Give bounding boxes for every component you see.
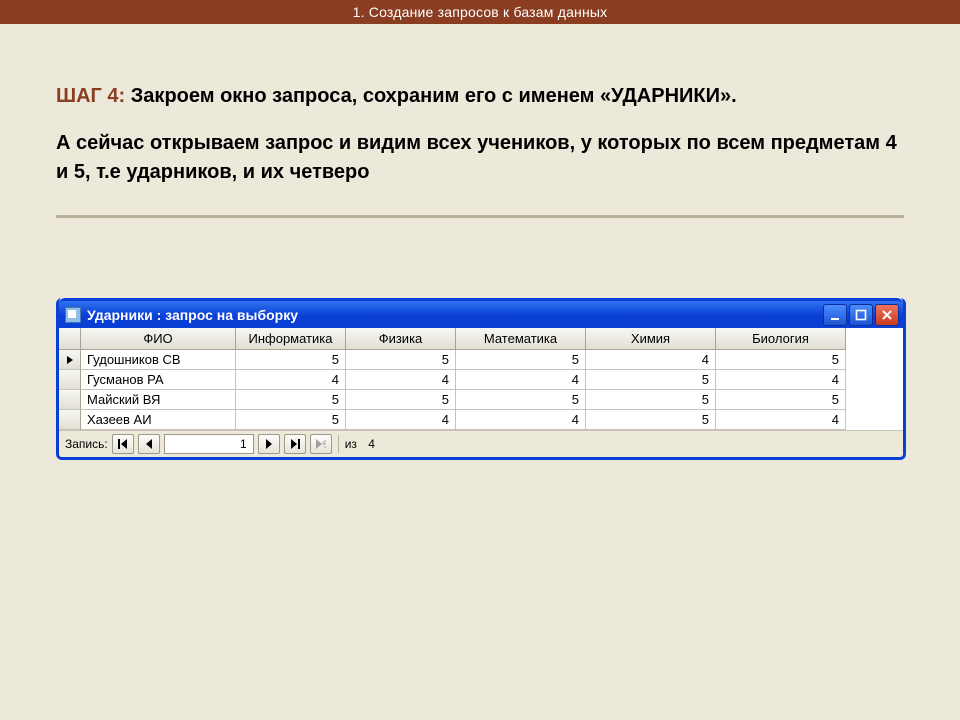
table-cell[interactable]: 5 [586,410,716,430]
column-header[interactable]: Физика [346,328,456,350]
table-cell[interactable]: 5 [346,350,456,370]
nav-prev-button[interactable] [138,434,160,454]
table-cell[interactable]: 5 [456,390,586,410]
table-cell[interactable]: 5 [716,350,846,370]
table-cell[interactable]: 4 [716,410,846,430]
table-cell[interactable]: 5 [586,370,716,390]
window-title: Ударники : запрос на выборку [87,307,823,323]
table-cell[interactable]: Гудошников СВ [81,350,236,370]
table-cell[interactable]: Гусманов РА [81,370,236,390]
step-heading: ШАГ 4: Закроем окно запроса, сохраним ег… [56,82,904,111]
table-cell[interactable]: 4 [716,370,846,390]
data-grid[interactable]: ФИОИнформатикаФизикаМатематикаХимияБиоло… [59,328,903,430]
grid-corner [59,328,81,350]
record-of-label: из [345,437,357,451]
row-selector[interactable] [59,410,81,430]
column-header[interactable]: Химия [586,328,716,350]
table-cell[interactable]: 4 [586,350,716,370]
table-cell[interactable]: 5 [236,350,346,370]
table-cell[interactable]: 4 [346,370,456,390]
table-cell[interactable]: 4 [456,410,586,430]
record-total: 4 [368,437,375,451]
step-title: Закроем окно запроса, сохраним его с име… [125,85,736,107]
minimize-button[interactable] [823,304,847,326]
slide-content: ШАГ 4: Закроем окно запроса, сохраним ег… [0,24,960,460]
nav-last-button[interactable] [284,434,306,454]
nav-first-button[interactable] [112,434,134,454]
table-cell[interactable]: 4 [346,410,456,430]
window-icon [65,307,81,323]
nav-next-button[interactable] [258,434,280,454]
section-title: 1. Создание запросов к базам данных [353,4,608,20]
table-cell[interactable]: 5 [236,410,346,430]
row-selector[interactable] [59,350,81,370]
close-button[interactable] [875,304,899,326]
record-number-input[interactable] [164,434,254,454]
record-navigator: Запись: * из 4 [59,430,903,457]
section-header: 1. Создание запросов к базам данных [0,0,960,24]
table-cell[interactable]: 5 [716,390,846,410]
table-cell[interactable]: 4 [456,370,586,390]
divider [56,215,904,218]
table-cell[interactable]: 5 [346,390,456,410]
maximize-button[interactable] [849,304,873,326]
nav-separator [338,435,339,453]
table-cell[interactable]: Майский ВЯ [81,390,236,410]
table-cell[interactable]: Хазеев АИ [81,410,236,430]
table-cell[interactable]: 5 [456,350,586,370]
row-selector[interactable] [59,390,81,410]
column-header[interactable]: Биология [716,328,846,350]
table-cell[interactable]: 4 [236,370,346,390]
step-label: ШАГ 4: [56,85,125,107]
column-header[interactable]: Математика [456,328,586,350]
table-cell[interactable]: 5 [236,390,346,410]
access-window: Ударники : запрос на выборку ФИОИнформат… [56,298,906,460]
nav-new-record-button[interactable]: * [310,434,332,454]
column-header[interactable]: Информатика [236,328,346,350]
window-title-bar[interactable]: Ударники : запрос на выборку [59,298,903,328]
table-cell[interactable]: 5 [586,390,716,410]
svg-text:*: * [322,440,326,449]
record-label: Запись: [65,437,108,451]
column-header[interactable]: ФИО [81,328,236,350]
step-paragraph: А сейчас открываем запрос и видим всех у… [56,129,904,187]
row-selector[interactable] [59,370,81,390]
